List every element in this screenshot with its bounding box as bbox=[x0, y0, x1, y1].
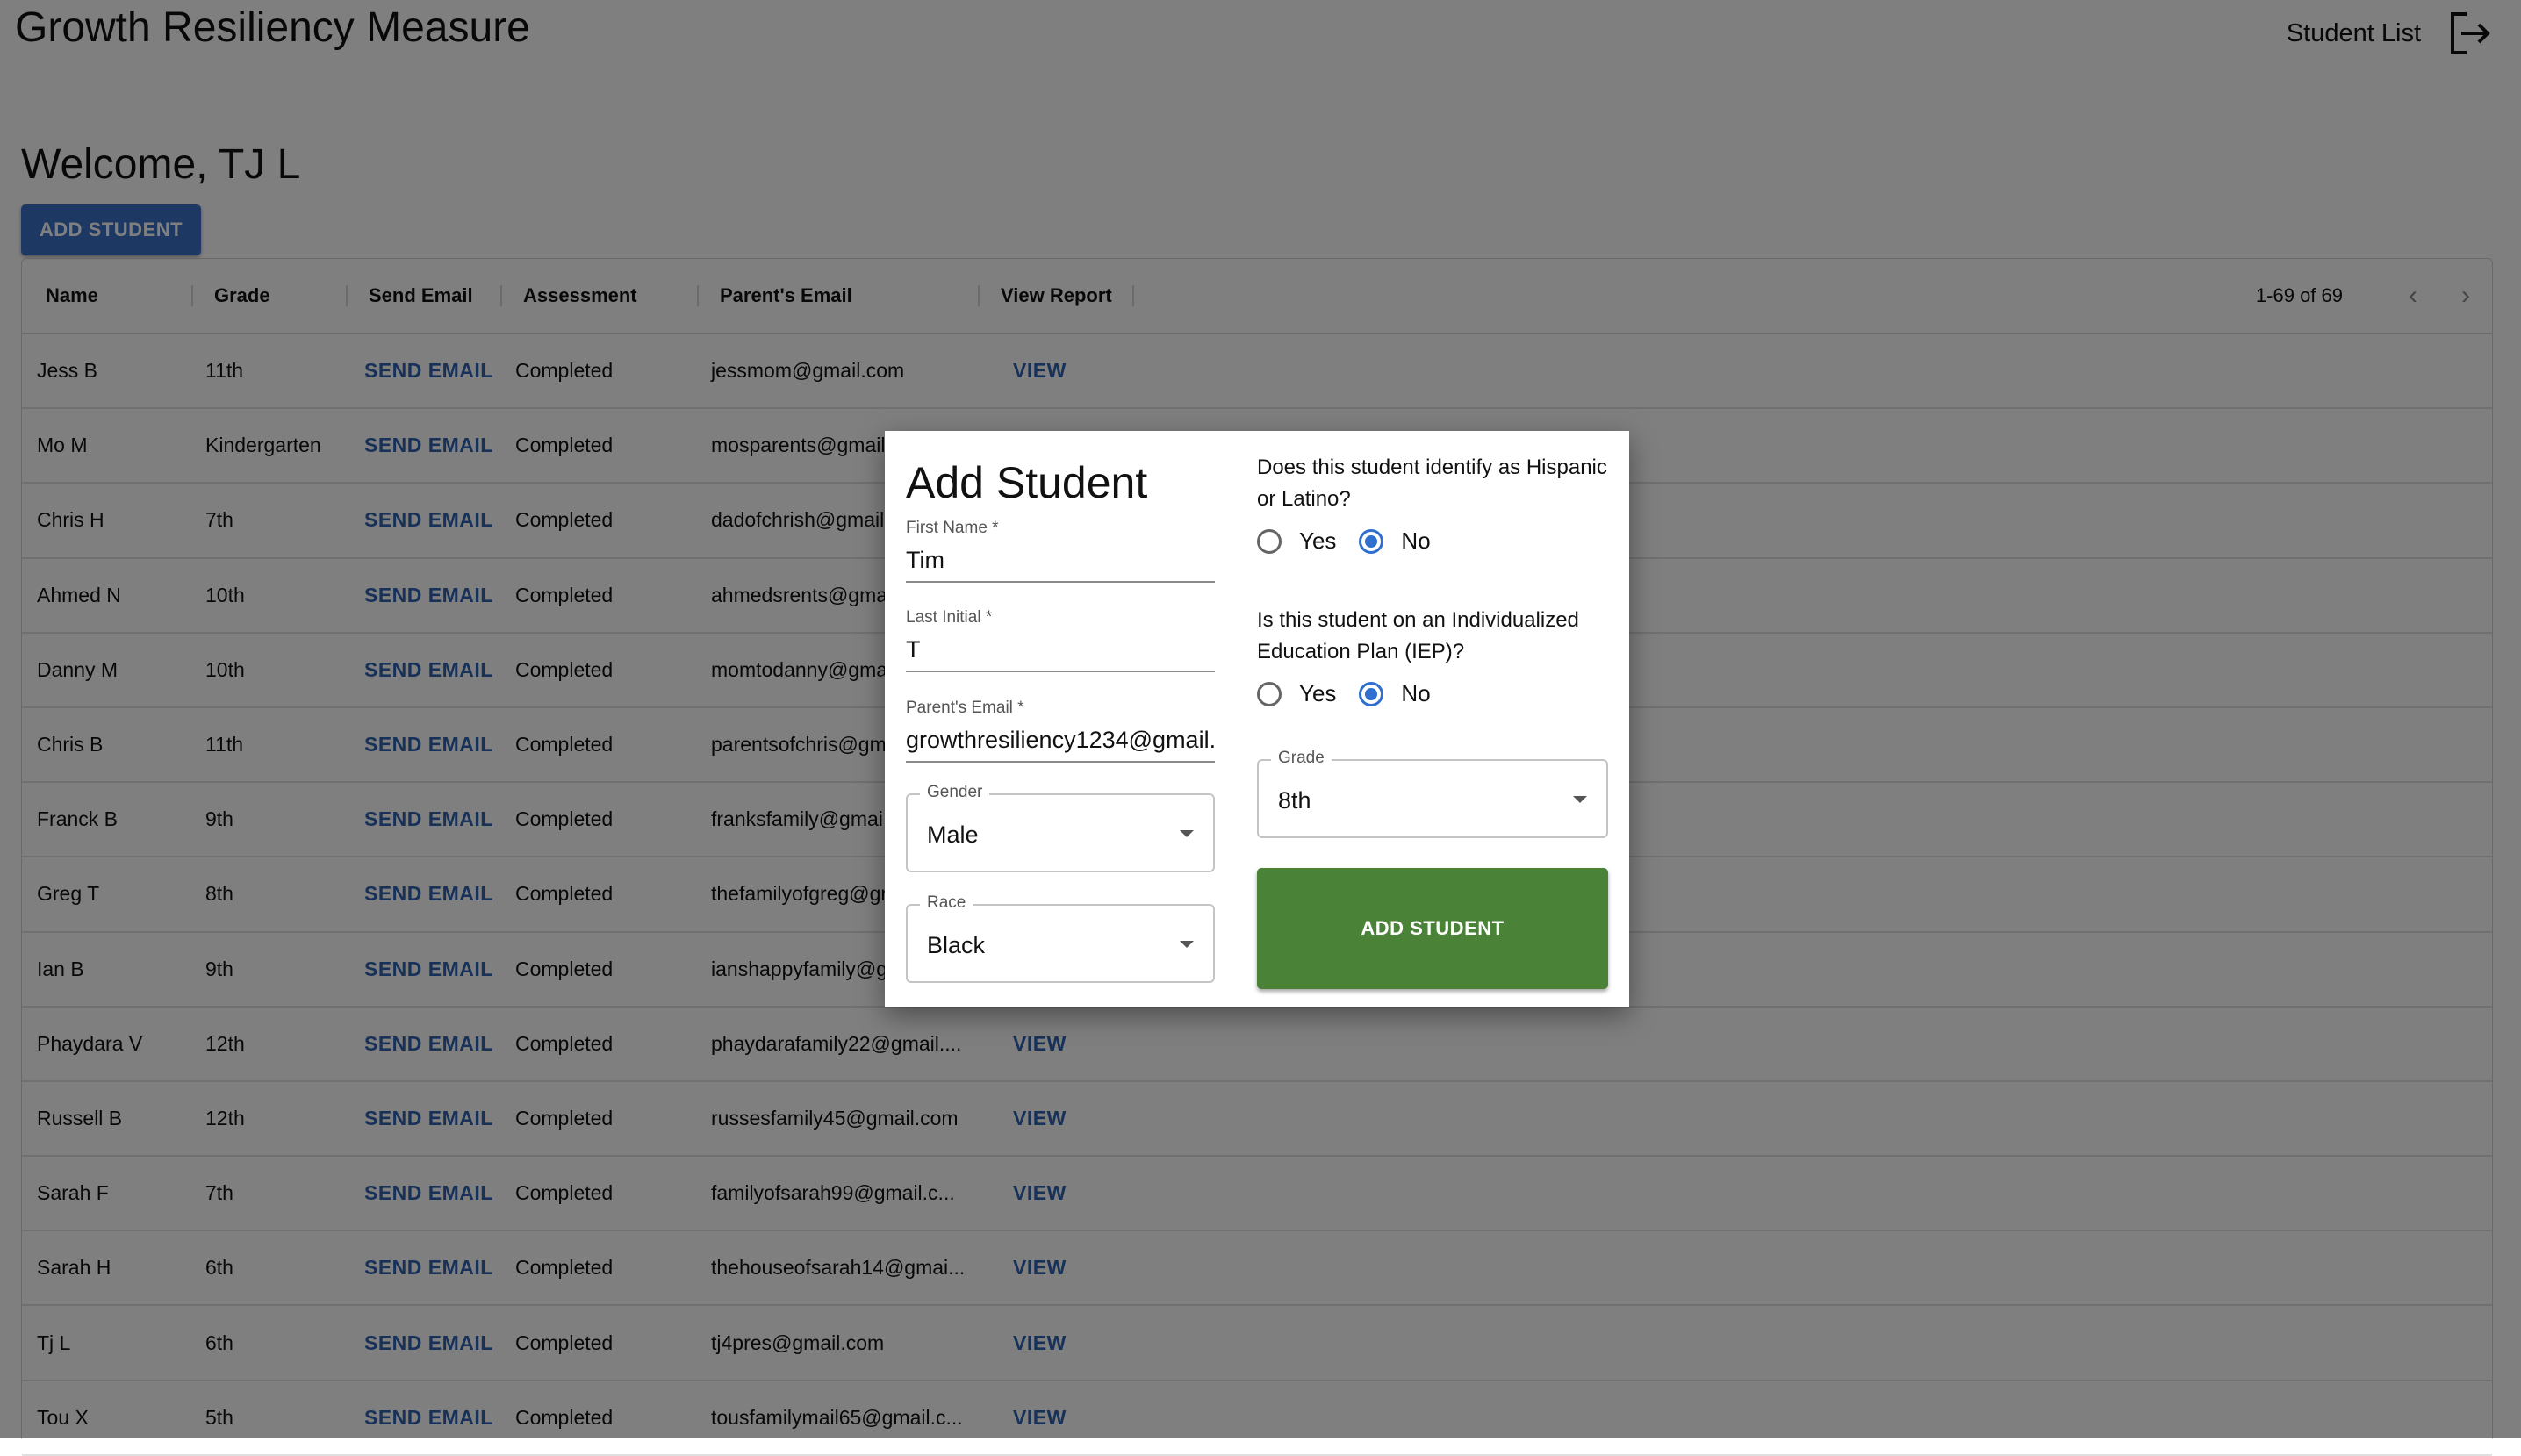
submit-add-student-button[interactable]: ADD STUDENT bbox=[1257, 868, 1608, 989]
iep-question: Is this student on an Individualized Edu… bbox=[1257, 608, 1579, 663]
last-initial-label: Last Initial * bbox=[906, 608, 993, 627]
parent-email-field[interactable]: Parent's Email * growthresiliency1234@gm… bbox=[906, 699, 1215, 763]
hispanic-radio-group: Yes No bbox=[1257, 527, 1454, 555]
iep-no-label: No bbox=[1401, 680, 1431, 706]
iep-no-radio[interactable]: No bbox=[1359, 680, 1431, 707]
parent-email-label: Parent's Email * bbox=[906, 699, 1024, 717]
iep-radio-group: Yes No bbox=[1257, 680, 1454, 707]
hispanic-question: Does this student identify as Hispanic o… bbox=[1257, 455, 1607, 511]
first-name-label: First Name * bbox=[906, 519, 999, 537]
iep-yes-label: Yes bbox=[1299, 680, 1337, 706]
dialog-title: Add Student bbox=[906, 458, 1148, 507]
gender-select[interactable]: Gender Male bbox=[906, 783, 1215, 872]
radio-checked-icon[interactable] bbox=[1359, 528, 1384, 554]
dropdown-arrow-icon bbox=[1573, 796, 1587, 803]
gender-value: Male bbox=[927, 821, 979, 848]
first-name-input[interactable]: Tim bbox=[906, 547, 1215, 574]
race-label: Race bbox=[920, 893, 973, 913]
dropdown-arrow-icon bbox=[1180, 830, 1194, 837]
add-student-dialog: Add Student First Name * Tim Last Initia… bbox=[885, 431, 1629, 1007]
dropdown-arrow-icon bbox=[1180, 941, 1194, 948]
hispanic-yes-radio[interactable]: Yes bbox=[1257, 527, 1336, 555]
parent-email-input[interactable]: growthresiliency1234@gmail.c bbox=[906, 727, 1215, 754]
hispanic-no-radio[interactable]: No bbox=[1359, 527, 1431, 555]
last-initial-input[interactable]: T bbox=[906, 636, 1215, 663]
radio-unchecked-icon[interactable] bbox=[1257, 681, 1282, 706]
race-select[interactable]: Race Black bbox=[906, 893, 1215, 983]
app-root: Growth Resiliency Measure Student List W… bbox=[0, 0, 2521, 1456]
race-value: Black bbox=[927, 932, 986, 958]
last-initial-field[interactable]: Last Initial * T bbox=[906, 608, 1215, 672]
hispanic-yes-label: Yes bbox=[1299, 527, 1337, 554]
radio-unchecked-icon[interactable] bbox=[1257, 528, 1282, 554]
radio-checked-icon[interactable] bbox=[1359, 681, 1384, 706]
grade-label: Grade bbox=[1271, 749, 1332, 768]
grade-value: 8th bbox=[1278, 787, 1311, 814]
iep-yes-radio[interactable]: Yes bbox=[1257, 680, 1336, 707]
first-name-field[interactable]: First Name * Tim bbox=[906, 519, 1215, 583]
grade-select[interactable]: Grade 8th bbox=[1257, 749, 1608, 838]
gender-label: Gender bbox=[920, 783, 990, 802]
hispanic-no-label: No bbox=[1401, 527, 1431, 554]
